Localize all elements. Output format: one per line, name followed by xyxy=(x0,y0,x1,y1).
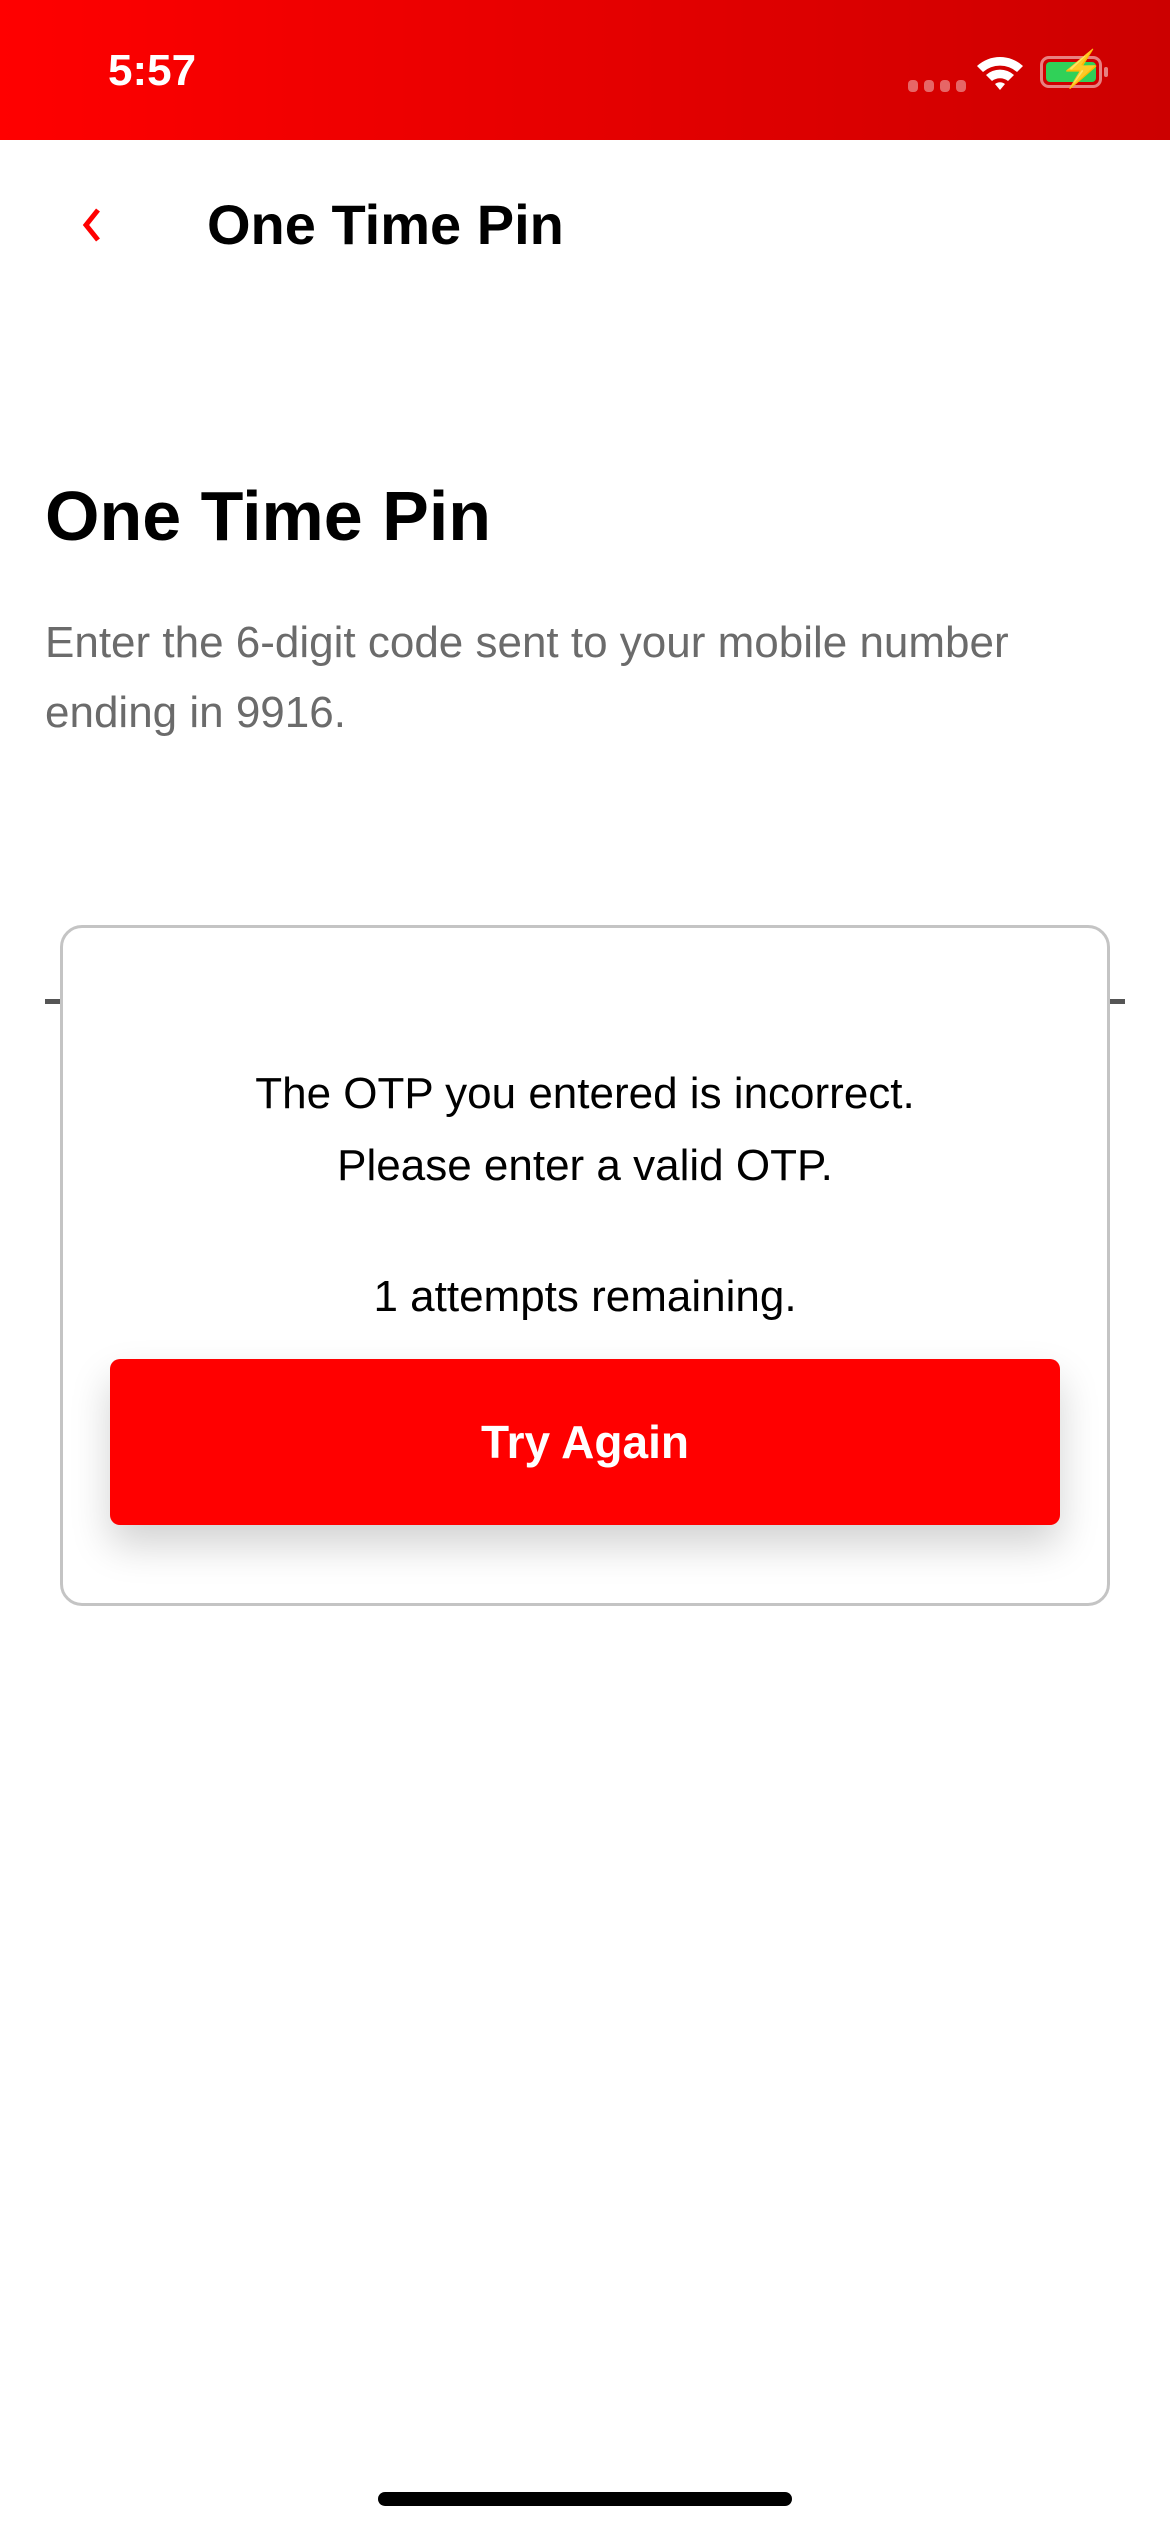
nav-title: One Time Pin xyxy=(207,193,564,256)
page-heading: One Time Pin xyxy=(45,477,492,555)
otp-input-underline-right xyxy=(1109,999,1125,1004)
home-indicator[interactable] xyxy=(378,2492,792,2506)
battery-charging-icon: ⚡ xyxy=(1040,51,1108,88)
status-bar: 5:57 ⚡ xyxy=(0,0,1170,140)
status-time: 5:57 xyxy=(108,46,197,95)
back-chevron-icon[interactable] xyxy=(72,200,112,250)
error-message-line1: The OTP you entered is incorrect. xyxy=(255,1069,915,1118)
page-subtitle: Enter the 6-digit code sent to your mobi… xyxy=(45,618,1009,737)
error-message-line2: Please enter a valid OTP. xyxy=(337,1141,833,1190)
otp-input-underline-left xyxy=(45,999,61,1004)
signal-icon xyxy=(908,80,966,92)
error-dialog: The OTP you entered is incorrect. Please… xyxy=(60,925,1110,1606)
attempts-remaining: 1 attempts remaining. xyxy=(373,1272,797,1321)
try-again-button[interactable]: Try Again xyxy=(110,1359,1060,1525)
wifi-icon xyxy=(977,57,1023,90)
